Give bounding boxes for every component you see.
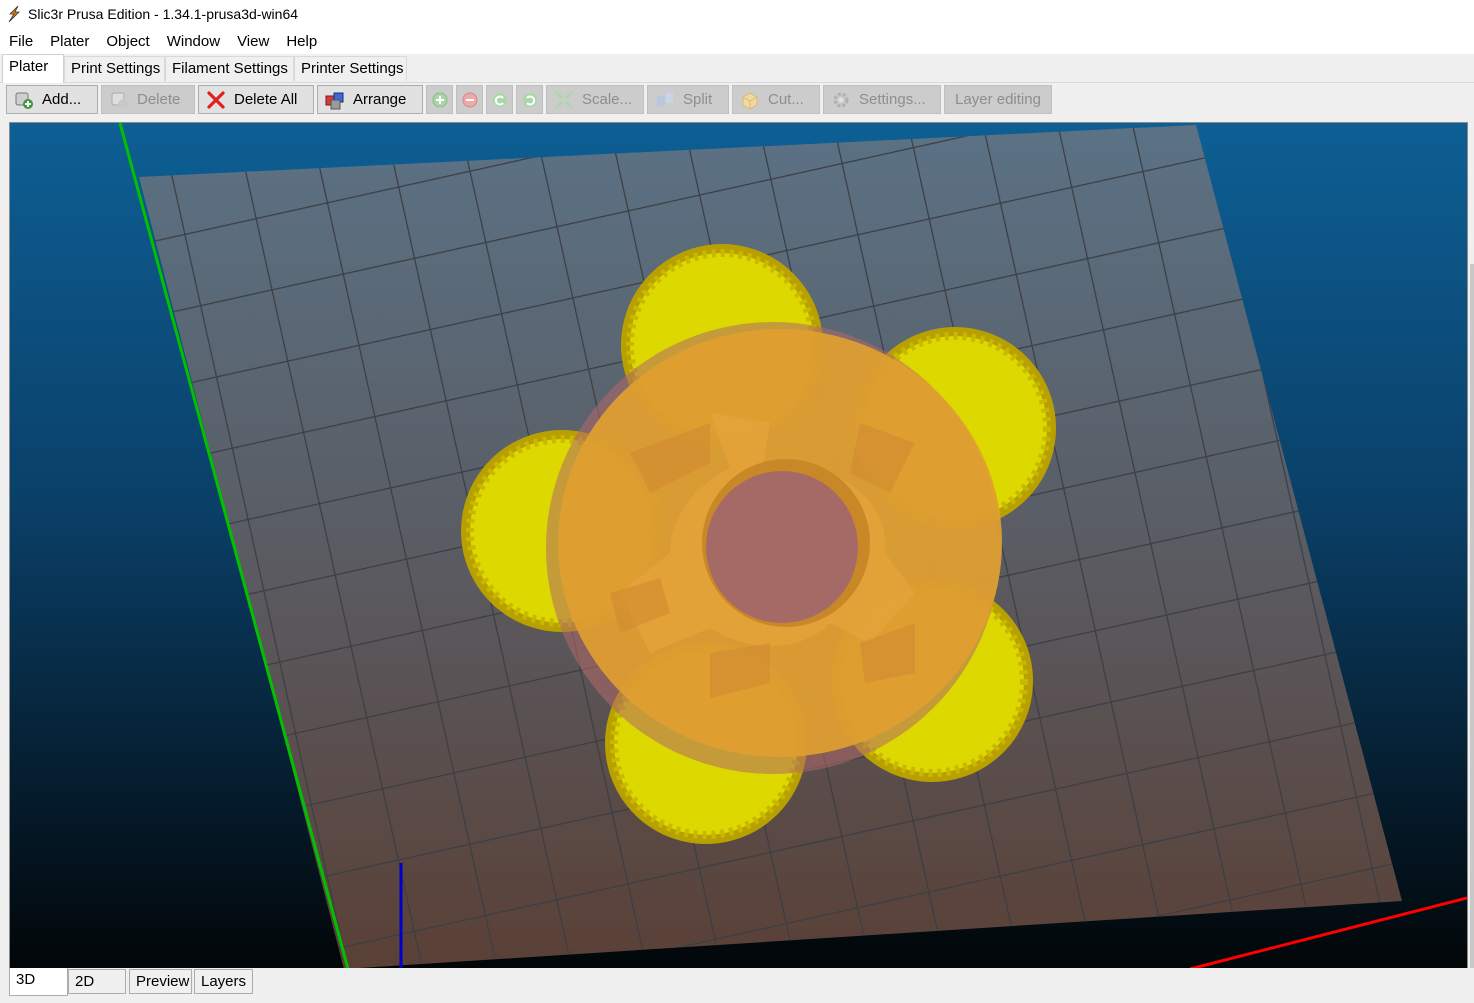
delete-object-icon xyxy=(111,92,128,109)
split-button-label: Split xyxy=(683,91,713,108)
window-edge-scrollbar[interactable] xyxy=(1470,264,1474,970)
title-bar: Slic3r Prusa Edition - 1.34.1-prusa3d-wi… xyxy=(0,0,1474,28)
add-button[interactable]: Add... xyxy=(6,85,98,114)
settings-button[interactable]: Settings... xyxy=(823,85,941,114)
delete-all-button-label: Delete All xyxy=(234,91,298,108)
tab-2d[interactable]: 2D xyxy=(68,969,126,994)
add-button-label: Add... xyxy=(42,91,82,108)
increase-instances-button[interactable] xyxy=(426,85,453,114)
plater-toolbar: Add... Delete Delete All Arrange Scale..… xyxy=(0,83,1474,117)
delete-all-button[interactable]: Delete All xyxy=(198,85,314,114)
minus-circle-icon xyxy=(462,92,477,107)
delete-button-label: Delete xyxy=(137,91,181,108)
split-icon xyxy=(657,92,673,106)
cut-box-icon xyxy=(742,91,758,110)
tab-printer-settings[interactable]: Printer Settings xyxy=(294,56,407,81)
arrange-button-label: Arrange xyxy=(353,91,407,108)
rotate-ccw-button[interactable] xyxy=(486,85,513,114)
arrange-button[interactable]: Arrange xyxy=(317,85,423,114)
cut-button-label: Cut... xyxy=(768,91,804,108)
menu-plater[interactable]: Plater xyxy=(41,33,97,50)
gear-icon xyxy=(833,92,849,107)
layer-editing-button[interactable]: Layer editing xyxy=(944,85,1052,114)
scale-arrows-icon xyxy=(555,90,573,109)
settings-button-label: Settings... xyxy=(859,91,926,108)
center-hole xyxy=(706,471,858,623)
plus-circle-icon xyxy=(432,92,447,107)
rotate-cw-button[interactable] xyxy=(516,85,543,114)
rotate-ccw-icon xyxy=(492,92,507,107)
arrange-icon xyxy=(325,92,344,109)
add-object-icon xyxy=(15,92,33,109)
layer-editing-button-label: Layer editing xyxy=(955,91,1041,108)
scale-button[interactable]: Scale... xyxy=(546,85,644,114)
tab-preview[interactable]: Preview xyxy=(129,969,192,994)
split-button[interactable]: Split xyxy=(647,85,729,114)
menu-bar: File Plater Object Window View Help xyxy=(0,28,1474,54)
3d-viewport[interactable] xyxy=(9,122,1468,970)
slic3r-logo-icon xyxy=(8,5,20,23)
menu-view[interactable]: View xyxy=(228,33,277,50)
rotate-cw-icon xyxy=(522,92,537,107)
main-tab-strip: Plater Print Settings Filament Settings … xyxy=(0,54,1474,83)
3d-scene[interactable] xyxy=(10,123,1467,969)
delete-all-x-icon xyxy=(207,90,225,109)
scale-button-label: Scale... xyxy=(582,91,633,108)
menu-file[interactable]: File xyxy=(0,33,41,50)
tab-print-settings[interactable]: Print Settings xyxy=(64,56,165,81)
menu-help[interactable]: Help xyxy=(277,33,325,50)
tab-filament-settings[interactable]: Filament Settings xyxy=(165,56,294,81)
menu-object[interactable]: Object xyxy=(97,33,157,50)
decrease-instances-button[interactable] xyxy=(456,85,483,114)
window-title: Slic3r Prusa Edition - 1.34.1-prusa3d-wi… xyxy=(28,6,299,22)
delete-button[interactable]: Delete xyxy=(101,85,195,114)
tab-layers[interactable]: Layers xyxy=(194,969,253,994)
menu-window[interactable]: Window xyxy=(158,33,228,50)
cut-button[interactable]: Cut... xyxy=(732,85,820,114)
tab-3d[interactable]: 3D xyxy=(9,968,68,996)
tab-plater[interactable]: Plater xyxy=(2,54,64,83)
view-mode-tabs: 3D 2D Preview Layers xyxy=(0,968,1474,1003)
